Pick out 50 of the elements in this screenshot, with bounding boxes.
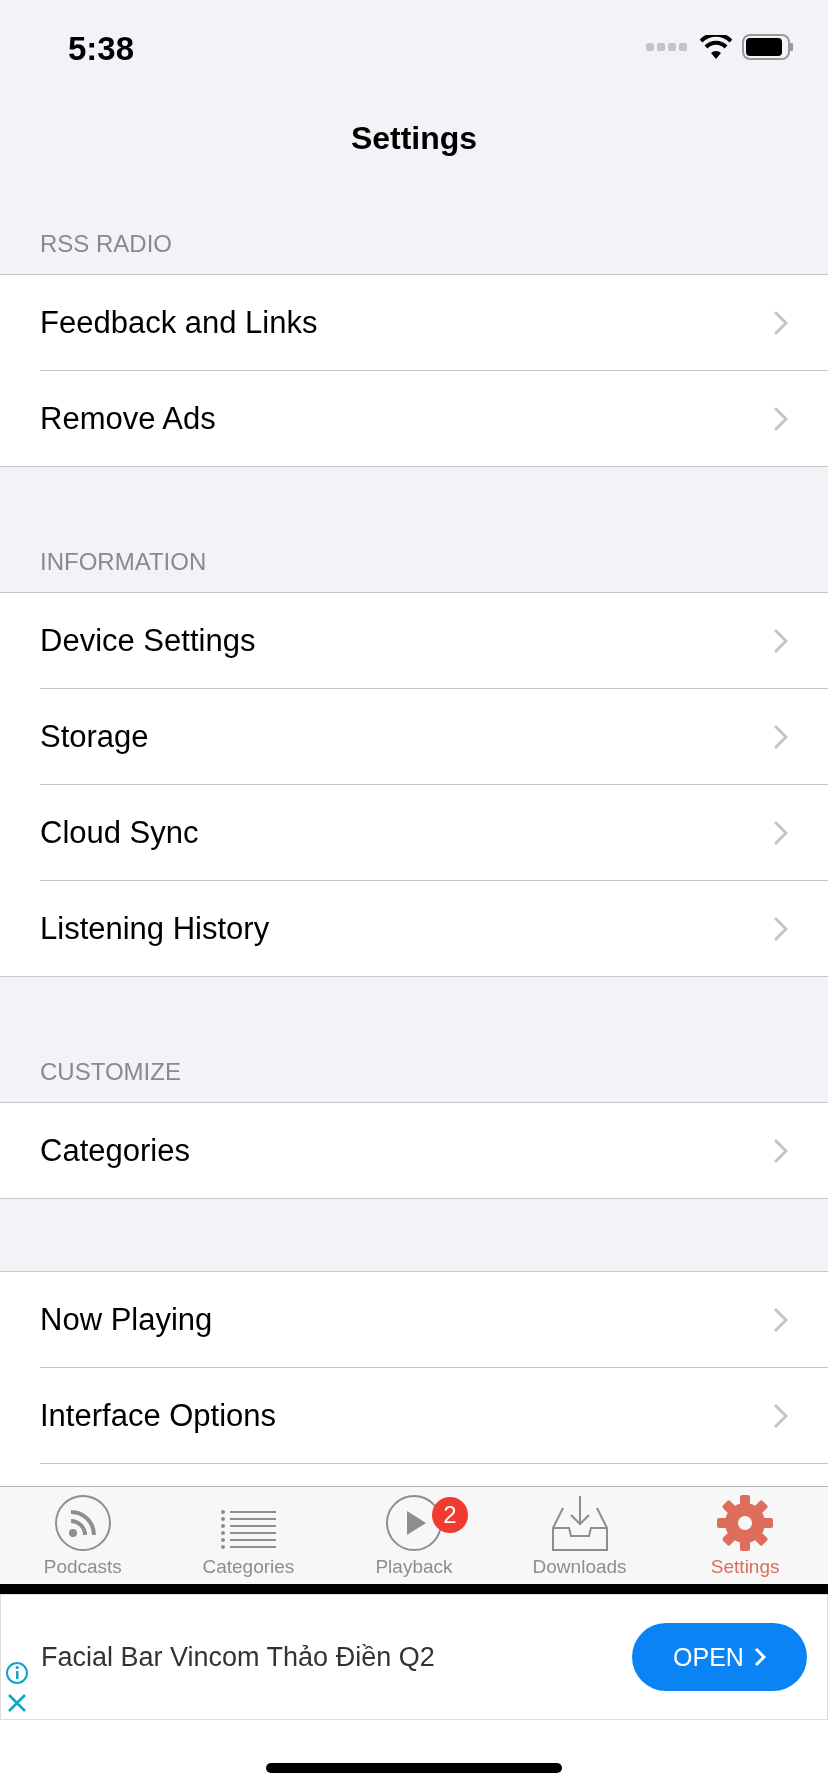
row-label: Remove Ads (40, 400, 216, 437)
screen-title: Settings (350, 119, 478, 157)
section-header: RSS RADIO (40, 230, 173, 258)
chevron-icon (774, 1403, 788, 1428)
tab-item[interactable]: Playback 2 (331, 1487, 497, 1584)
chevron-icon (774, 820, 788, 845)
chevron-icon (774, 916, 788, 941)
chevron-icon (774, 724, 788, 749)
settings-row[interactable]: Device Settings (40, 593, 828, 689)
chevron-icon (774, 628, 788, 653)
settings-row[interactable]: Cloud Sync (40, 785, 828, 881)
rss-icon (53, 1494, 112, 1552)
ad-text: Facial Bar Vincom Thảo Điền Q2 (41, 1641, 436, 1673)
row-label: Listening History (40, 910, 270, 947)
info-icon[interactable] (5, 1661, 29, 1685)
settings-row[interactable]: Remove Ads (40, 371, 828, 466)
settings-row[interactable]: Storage (40, 689, 828, 785)
tab-label: Settings (710, 1556, 780, 1578)
chevron-icon (753, 1647, 766, 1667)
battery-icon (742, 34, 794, 60)
row-label: Storage (40, 718, 149, 755)
count-badge: 2 (432, 1497, 468, 1533)
row-label: Feedback and Links (40, 304, 318, 341)
row-label: Device Settings (40, 622, 256, 659)
settings-row[interactable]: Interface Options (40, 1368, 828, 1464)
tab-label: Playback (375, 1556, 453, 1578)
wifi-icon (700, 35, 732, 59)
status-time: 5:38 (68, 30, 135, 68)
inbox-download-icon (550, 1494, 609, 1552)
chevron-icon (774, 406, 788, 431)
open-button[interactable]: OPEN (632, 1623, 807, 1691)
chevron-icon (774, 1138, 788, 1163)
chevron-icon (774, 1307, 788, 1332)
settings-row[interactable]: Now Playing (40, 1272, 828, 1368)
tab-label: Podcasts (43, 1556, 122, 1578)
play-icon (385, 1494, 443, 1552)
row-label: Interface Options (40, 1397, 277, 1434)
chevron-icon (774, 310, 788, 335)
signal-icon (646, 41, 690, 53)
tab-label: Downloads (532, 1556, 627, 1578)
tab-label: Categories (202, 1556, 295, 1578)
settings-row[interactable]: Listening History (40, 881, 828, 976)
section-header: CUSTOMIZE (40, 1058, 181, 1086)
settings-row[interactable]: Feedback and Links (40, 275, 828, 371)
row-label: Now Playing (40, 1301, 213, 1338)
list-icon (220, 1508, 277, 1552)
section-header: INFORMATION (40, 548, 207, 576)
row-label: Cloud Sync (40, 814, 199, 851)
row-label: Categories (40, 1132, 190, 1169)
gear-icon (716, 1494, 775, 1552)
